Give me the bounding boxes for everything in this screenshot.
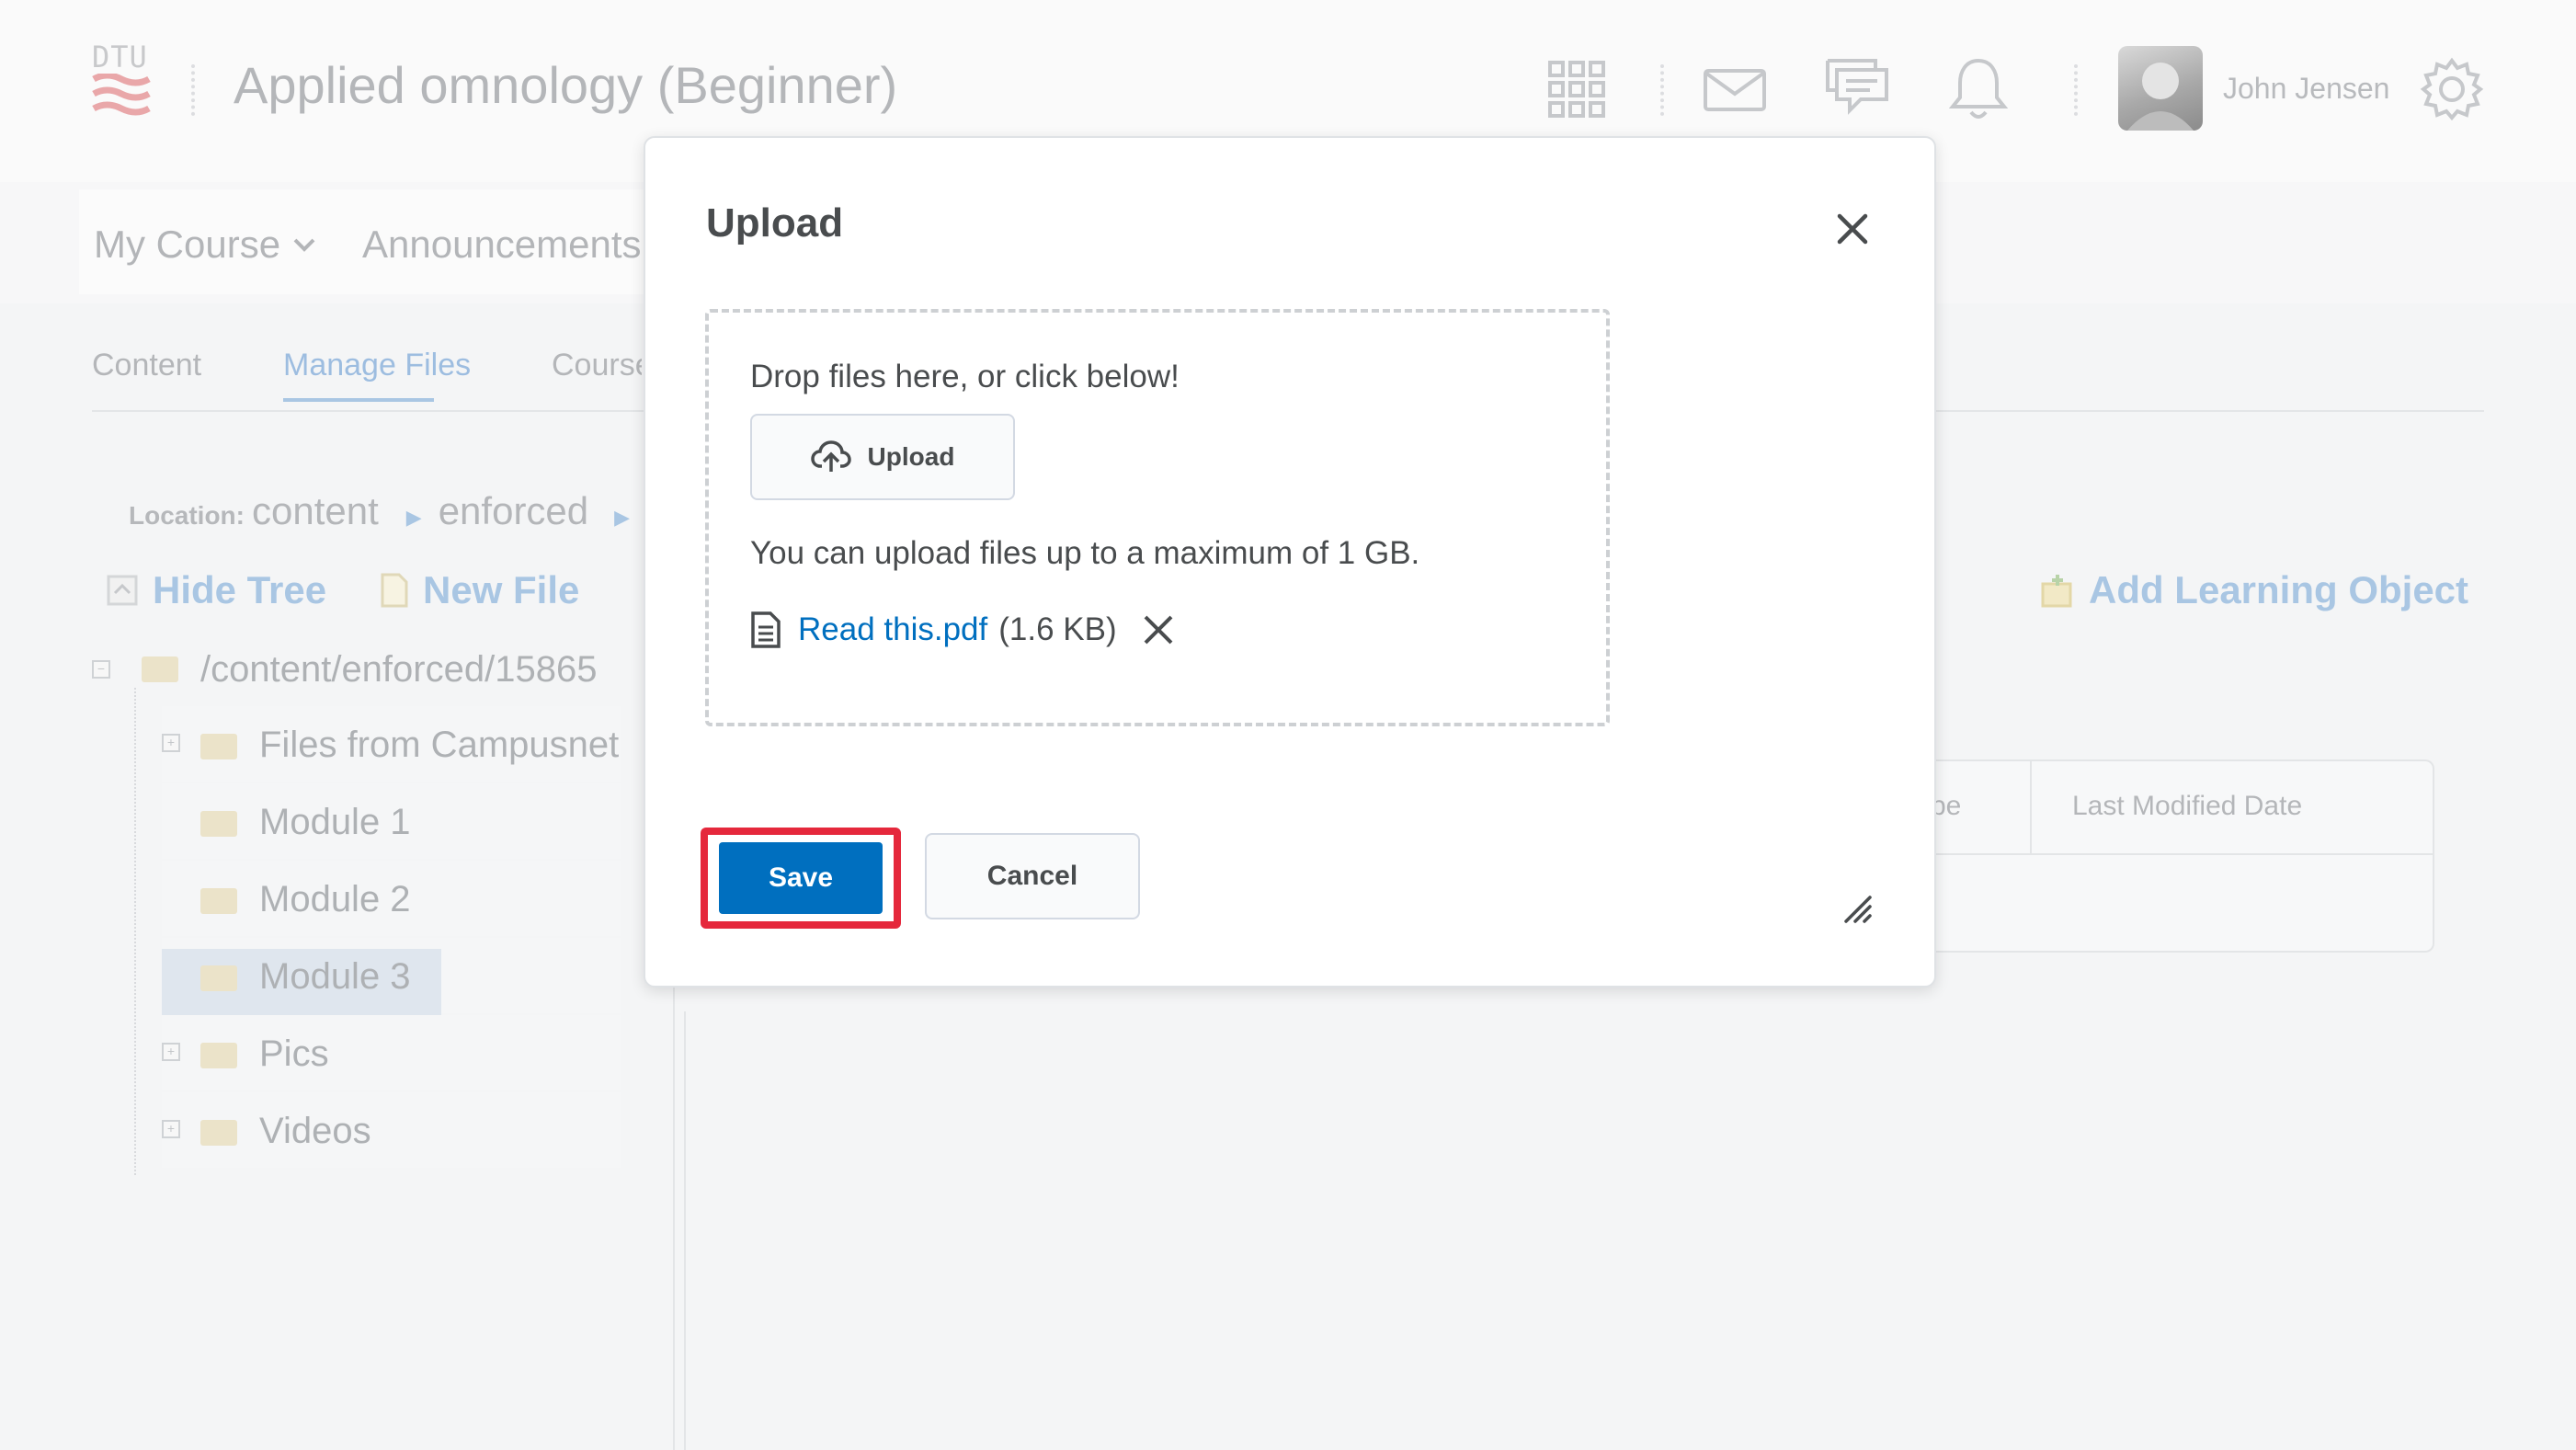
new-file-button[interactable]: New File (381, 568, 579, 612)
table-header-divider (1929, 853, 2433, 855)
close-button[interactable] (1831, 208, 1874, 250)
tree-item-label: Module 2 (259, 879, 411, 919)
hide-tree-button[interactable]: Hide Tree (107, 568, 326, 612)
tab-label: Manage Files (283, 348, 472, 382)
mail-icon[interactable] (1703, 68, 1767, 117)
folder-icon (142, 656, 178, 682)
location-label: Location: (129, 501, 245, 530)
header-divider (2074, 64, 2078, 116)
breadcrumb-arrow-icon: ▶ (614, 506, 631, 529)
hide-tree-label: Hide Tree (153, 568, 327, 611)
close-icon (1837, 213, 1868, 245)
dialog-title: Upload (706, 200, 844, 245)
tree-item-label: Pics (259, 1033, 329, 1074)
tree-guide-line (134, 688, 136, 1175)
upload-button[interactable]: Upload (750, 414, 1015, 500)
max-size-text: You can upload files up to a maximum of … (750, 535, 1420, 571)
chat-icon[interactable] (1824, 57, 1890, 126)
tree-item-module-1[interactable]: Module 1 (162, 783, 621, 859)
close-icon (1144, 615, 1173, 645)
new-file-label: New File (423, 568, 580, 611)
cloud-upload-icon (810, 440, 851, 472)
apps-grid-icon[interactable] (1548, 61, 1605, 118)
drop-hint: Drop files here, or click below! (750, 359, 1180, 394)
save-button-label: Save (768, 862, 834, 893)
nav-item-my-course[interactable]: My Course (94, 223, 317, 267)
tree-item-label: Videos (259, 1111, 371, 1151)
resize-handle-icon[interactable] (1841, 892, 1874, 930)
folder-tree: − /content/enforced/15865 + Files from C… (88, 644, 640, 1177)
column-divider (2030, 761, 2032, 853)
collapse-root-toggle[interactable]: − (92, 660, 110, 679)
tree-item-label: Module 1 (259, 802, 411, 842)
folder-icon (200, 811, 237, 837)
folder-icon (200, 965, 237, 991)
nav-item-announcements[interactable]: Announcements (362, 223, 642, 267)
uploaded-file-item: Read this.pdf (1.6 KB) (750, 611, 1176, 649)
breadcrumb: Location: content ▶ enforced ▶ (129, 489, 630, 533)
collapse-icon (107, 575, 138, 606)
expand-toggle[interactable]: + (162, 1120, 180, 1138)
folder-icon (200, 1120, 237, 1146)
header-divider (191, 64, 195, 116)
folder-icon (200, 1043, 237, 1068)
folder-icon (200, 734, 237, 759)
file-link[interactable]: Read this.pdf (798, 611, 987, 648)
breadcrumb-content[interactable]: content (252, 489, 379, 533)
upload-button-label: Upload (867, 442, 955, 471)
logo-waves-icon (92, 74, 151, 116)
chevron-down-icon (293, 238, 315, 252)
save-button[interactable]: Save (719, 842, 883, 914)
breadcrumb-arrow-icon: ▶ (405, 506, 422, 529)
column-header-last-modified[interactable]: Last Modified Date (2072, 791, 2302, 822)
cancel-button-label: Cancel (986, 861, 1078, 891)
expand-toggle[interactable]: + (162, 734, 180, 752)
folder-icon (200, 888, 237, 914)
tree-item-module-2[interactable]: Module 2 (162, 861, 621, 936)
new-file-icon (381, 573, 408, 608)
nav-item-label: My Course (94, 223, 281, 266)
expand-toggle[interactable]: + (162, 1043, 180, 1061)
tab-active-indicator (283, 398, 434, 402)
tree-item-files-from-campusnet[interactable]: + Files from Campusnet (162, 706, 621, 782)
course-nav: My Course Announcements (79, 189, 645, 294)
tree-item-pics[interactable]: + Pics (162, 1015, 621, 1090)
file-table: pe Last Modified Date (1929, 759, 2434, 953)
tree-item-module-3[interactable]: Module 3 (162, 938, 621, 1017)
tab-content[interactable]: Content (92, 348, 201, 383)
add-learning-object-button[interactable]: Add Learning Object (2041, 568, 2468, 612)
add-learning-object-label: Add Learning Object (2089, 568, 2469, 611)
course-title[interactable]: Applied omnology (Beginner) (234, 55, 897, 115)
header-divider (1660, 64, 1664, 116)
avatar[interactable] (2118, 46, 2203, 131)
tree-item-videos[interactable]: + Videos (162, 1092, 621, 1168)
tab-course[interactable]: Course (552, 348, 642, 383)
cancel-button[interactable]: Cancel (925, 833, 1140, 919)
learning-object-icon (2041, 575, 2072, 608)
bell-icon[interactable] (1948, 55, 2009, 126)
logo-text: DTU (92, 40, 148, 74)
tree-root[interactable]: /content/enforced/15865 (200, 649, 642, 691)
tree-item-label: Module 3 (259, 956, 411, 997)
remove-file-button[interactable] (1141, 612, 1176, 647)
tab-manage-files[interactable]: Manage Files (283, 348, 471, 402)
files-panel-border (684, 1011, 686, 1450)
dtu-logo[interactable]: DTU (92, 40, 151, 129)
gear-icon[interactable] (2420, 57, 2484, 126)
breadcrumb-enforced[interactable]: enforced (439, 489, 588, 533)
user-name[interactable]: John Jensen (2223, 72, 2389, 106)
file-size: (1.6 KB) (998, 611, 1117, 647)
document-icon (751, 611, 781, 648)
tree-item-label: Files from Campusnet (259, 725, 620, 765)
